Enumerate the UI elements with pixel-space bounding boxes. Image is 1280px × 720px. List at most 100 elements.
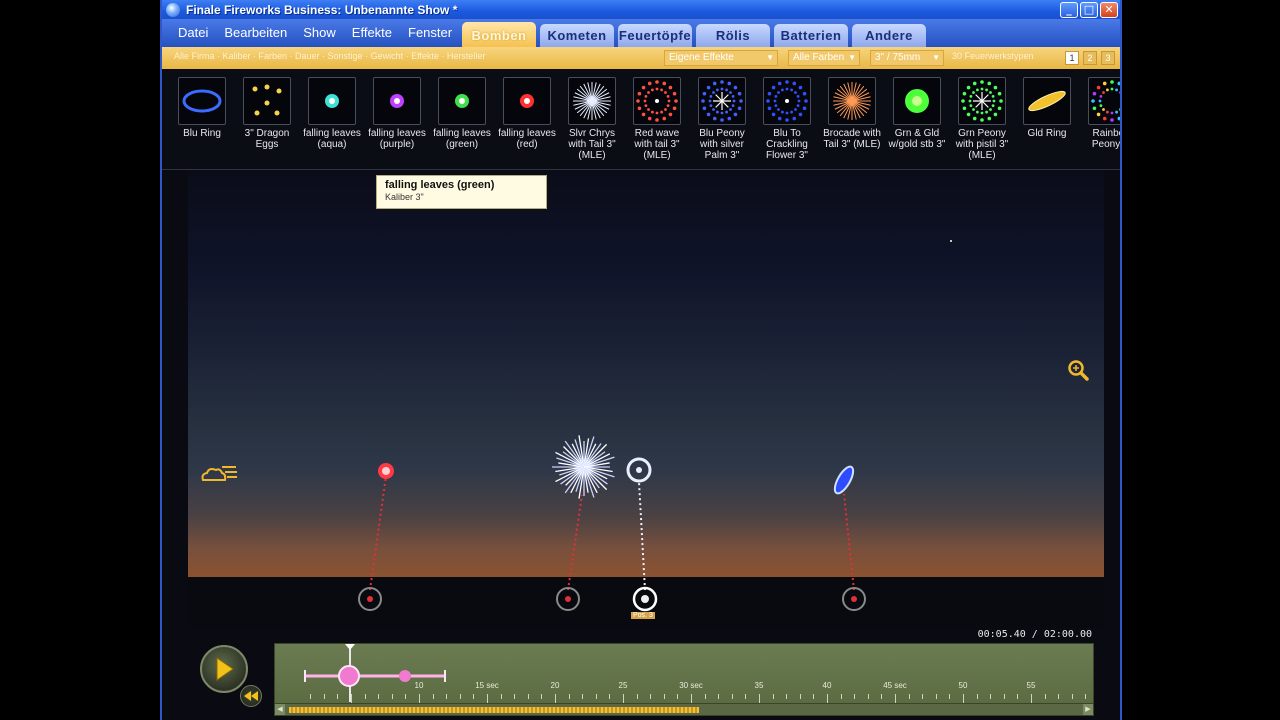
menu-effekte[interactable]: Effekte — [344, 19, 400, 47]
effect-thumbnail[interactable] — [633, 77, 681, 125]
menu-fenster[interactable]: Fenster — [400, 19, 460, 47]
effect-thumbnail[interactable] — [763, 77, 811, 125]
tick-mark — [391, 694, 393, 699]
effect-thumbnail[interactable] — [893, 77, 941, 125]
scroll-left-button[interactable]: ◀ — [275, 704, 285, 715]
scroll-right-button[interactable]: ▶ — [1083, 704, 1093, 715]
effect-label: falling leaves (purple) — [368, 128, 426, 150]
maximize-button[interactable]: □ — [1080, 1, 1098, 18]
launch-marker[interactable] — [556, 587, 580, 611]
tick-mark — [786, 694, 788, 699]
caliber-dropdown[interactable]: 3" / 75mm — [870, 50, 944, 66]
page-3-button[interactable]: 3 — [1101, 51, 1115, 65]
selected-marker-label: Pos. 3 — [631, 612, 655, 619]
scroll-thumb[interactable] — [289, 707, 699, 713]
tick-mark — [623, 694, 624, 703]
effect-label: Grn & Gld w/gold stb 3" — [888, 128, 946, 150]
tab-bomben[interactable]: Bomben — [462, 22, 536, 48]
effect-icon — [252, 84, 282, 116]
effect-tooltip: falling leaves (green) Kaliber 3" — [376, 175, 547, 209]
tab-roelis[interactable]: Rölis — [696, 24, 770, 47]
effect-item[interactable]: falling leaves (green) — [430, 77, 494, 150]
effect-thumbnail[interactable] — [178, 77, 226, 125]
effect-thumbnail[interactable] — [503, 77, 551, 125]
timeline-event[interactable] — [399, 670, 411, 682]
effect-item[interactable]: Blu Ring — [170, 77, 234, 139]
zoom-icon[interactable] — [1066, 358, 1090, 382]
effect-item[interactable]: Grn & Gld w/gold stb 3" — [885, 77, 949, 150]
effect-thumbnail[interactable] — [1023, 77, 1071, 125]
effect-thumbnail[interactable] — [438, 77, 486, 125]
effect-item[interactable]: Brocade with Tail 3" (MLE) — [820, 77, 884, 150]
effect-thumbnail[interactable] — [698, 77, 746, 125]
effect-item[interactable]: Blu Peony with silver Palm 3" — [690, 77, 754, 161]
filter-breadcrumb[interactable]: Alle Firma · Kaliber · Farben · Dauer · … — [174, 51, 624, 65]
launch-marker[interactable] — [358, 587, 382, 611]
weather-icon[interactable] — [199, 462, 239, 484]
effect-item[interactable]: Gld Ring — [1015, 77, 1079, 139]
firework-selected-white — [626, 457, 652, 591]
effect-label: falling leaves (green) — [433, 128, 491, 150]
tick-label: 55 — [1026, 681, 1036, 690]
tab-batterien[interactable]: Batterien — [774, 24, 848, 47]
effect-item[interactable]: falling leaves (purple) — [365, 77, 429, 150]
timeline-event[interactable] — [338, 665, 360, 687]
timeline-scrollbar[interactable]: ◀ ▶ — [275, 703, 1093, 715]
effect-item[interactable]: Rainbow Peony 3" — [1080, 77, 1121, 150]
effect-item[interactable]: Slvr Chrys with Tail 3" (MLE) — [560, 77, 624, 161]
close-button[interactable]: ✕ — [1100, 1, 1118, 18]
tab-feuertoepfe[interactable]: Feuertöpfe — [618, 24, 692, 47]
minimize-button[interactable]: _ — [1060, 1, 1078, 18]
rewind-button[interactable] — [240, 685, 262, 707]
effect-thumbnail[interactable] — [373, 77, 421, 125]
tick-mark — [963, 694, 964, 703]
effect-item[interactable]: 3" Dragon Eggs — [235, 77, 299, 150]
tick-mark — [473, 694, 475, 699]
effect-thumbnail[interactable] — [1088, 77, 1120, 125]
menu-show[interactable]: Show — [295, 19, 344, 47]
tick-mark — [323, 694, 325, 699]
effect-item[interactable]: falling leaves (red) — [495, 77, 559, 150]
effect-item[interactable]: Red wave with tail 3" (MLE) — [625, 77, 689, 161]
launch-marker-selected[interactable] — [632, 586, 658, 612]
tick-mark — [636, 694, 638, 699]
effect-label: Blu Peony with silver Palm 3" — [699, 128, 745, 161]
playhead-handle[interactable] — [345, 644, 355, 650]
effect-label: Slvr Chrys with Tail 3" (MLE) — [568, 128, 616, 161]
stage-drawing — [358, 240, 952, 612]
menu-datei[interactable]: Datei — [170, 19, 216, 47]
effect-thumbnail[interactable] — [568, 77, 616, 125]
effect-icon — [455, 94, 469, 108]
tick-mark — [419, 694, 420, 703]
effect-item[interactable]: falling leaves (aqua) — [300, 77, 364, 150]
tick-mark — [908, 694, 910, 699]
play-button[interactable] — [200, 645, 248, 693]
title-bar[interactable]: Finale Fireworks Business: Unbenannte Sh… — [162, 0, 1120, 19]
effect-thumbnail[interactable] — [308, 77, 356, 125]
effect-label: 3" Dragon Eggs — [244, 128, 290, 150]
tick-mark — [718, 694, 720, 699]
effect-label: Blu Ring — [183, 128, 221, 139]
effect-type-dropdown[interactable]: Eigene Effekte — [664, 50, 778, 66]
tab-kometen[interactable]: Kometen — [540, 24, 614, 47]
page-1-button[interactable]: 1 — [1065, 51, 1079, 65]
tab-andere[interactable]: Andere — [852, 24, 926, 47]
effect-label: falling leaves (red) — [498, 128, 556, 150]
effect-thumbnail[interactable] — [958, 77, 1006, 125]
tick-mark — [582, 694, 584, 699]
preview-stage[interactable]: Pos. 3 falling leaves (green) Kaliber 3" — [162, 170, 1120, 644]
timeline-track[interactable]: 10 15 sec 20 25 30 sec 35 40 45 sec 50 55 ◀ ▶ — [274, 643, 1094, 716]
menu-bearbeiten[interactable]: Bearbeiten — [216, 19, 295, 47]
page-2-button[interactable]: 2 — [1083, 51, 1097, 65]
timeline-area: 00:05.40 / 02:00.00 10 15 sec 20 25 30 sec 35… — [162, 628, 1120, 720]
launch-marker[interactable] — [842, 587, 866, 611]
effect-thumbnail[interactable] — [828, 77, 876, 125]
effect-item[interactable]: Grn Peony with pistil 3" (MLE) — [950, 77, 1014, 161]
tick-label: 45 sec — [883, 681, 907, 690]
colors-dropdown[interactable]: Alle Farben — [788, 50, 860, 66]
effect-thumbnail[interactable] — [243, 77, 291, 125]
effect-label: Rainbow Peony 3" — [1091, 128, 1121, 150]
firework-silver-chrys — [552, 435, 615, 591]
tick-mark — [881, 694, 883, 699]
effect-item[interactable]: Blu To Crackling Flower 3" — [755, 77, 819, 161]
